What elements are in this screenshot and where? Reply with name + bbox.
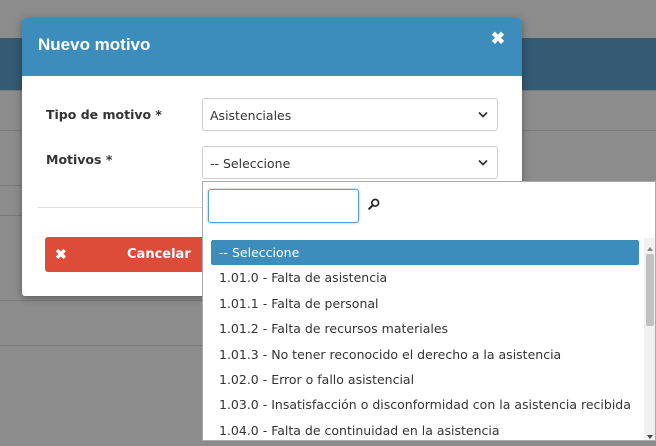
scroll-up-arrow-icon[interactable] [646, 240, 654, 251]
reasons-dropdown: -- Seleccione 1.01.0 - Falta de asistenc… [202, 181, 656, 441]
option-item[interactable]: 1.02.0 - Error o fallo asistencial [211, 367, 639, 392]
dropdown-scrollbar[interactable] [644, 238, 655, 440]
scrollbar-thumb[interactable] [646, 254, 654, 326]
search-icon[interactable] [368, 197, 380, 210]
scroll-down-arrow-icon[interactable] [646, 428, 654, 439]
option-item[interactable]: 1.01.1 - Falta de personal [211, 291, 639, 316]
reasons-select[interactable]: -- Seleccione [202, 146, 498, 179]
option-item[interactable]: 1.04.0 - Falta de continuidad en la asis… [211, 418, 639, 440]
option-item[interactable]: -- Seleccione [211, 240, 639, 266]
option-item[interactable]: 1.01.0 - Falta de asistencia [211, 265, 639, 290]
option-item[interactable]: 1.03.0 - Insatisfacción o disconformidad… [211, 392, 639, 417]
option-item[interactable]: 1.01.3 - No tener reconocido el derecho … [211, 342, 639, 367]
option-item[interactable]: 1.01.2 - Falta de recursos materiales [211, 316, 639, 341]
reasons-value: -- Seleccione [210, 156, 291, 171]
modal-header: Nuevo motivo ✖ [22, 18, 522, 76]
reason-type-select[interactable]: Asistenciales [202, 98, 498, 131]
reasons-label: Motivos * [46, 152, 113, 167]
cancel-button[interactable]: ✖ Cancelar [45, 237, 215, 272]
reason-type-label: Tipo de motivo * [46, 107, 162, 122]
dropdown-search-input[interactable] [208, 189, 359, 223]
close-icon: ✖ [55, 246, 67, 262]
modal-title: Nuevo motivo [38, 35, 151, 54]
chevron-down-icon [478, 111, 488, 119]
reason-type-value: Asistenciales [210, 108, 292, 123]
chevron-down-icon [478, 159, 488, 167]
close-icon[interactable]: ✖ [489, 30, 507, 48]
options-list: -- Seleccione 1.01.0 - Falta de asistenc… [211, 240, 639, 440]
cancel-label: Cancelar [127, 247, 191, 262]
